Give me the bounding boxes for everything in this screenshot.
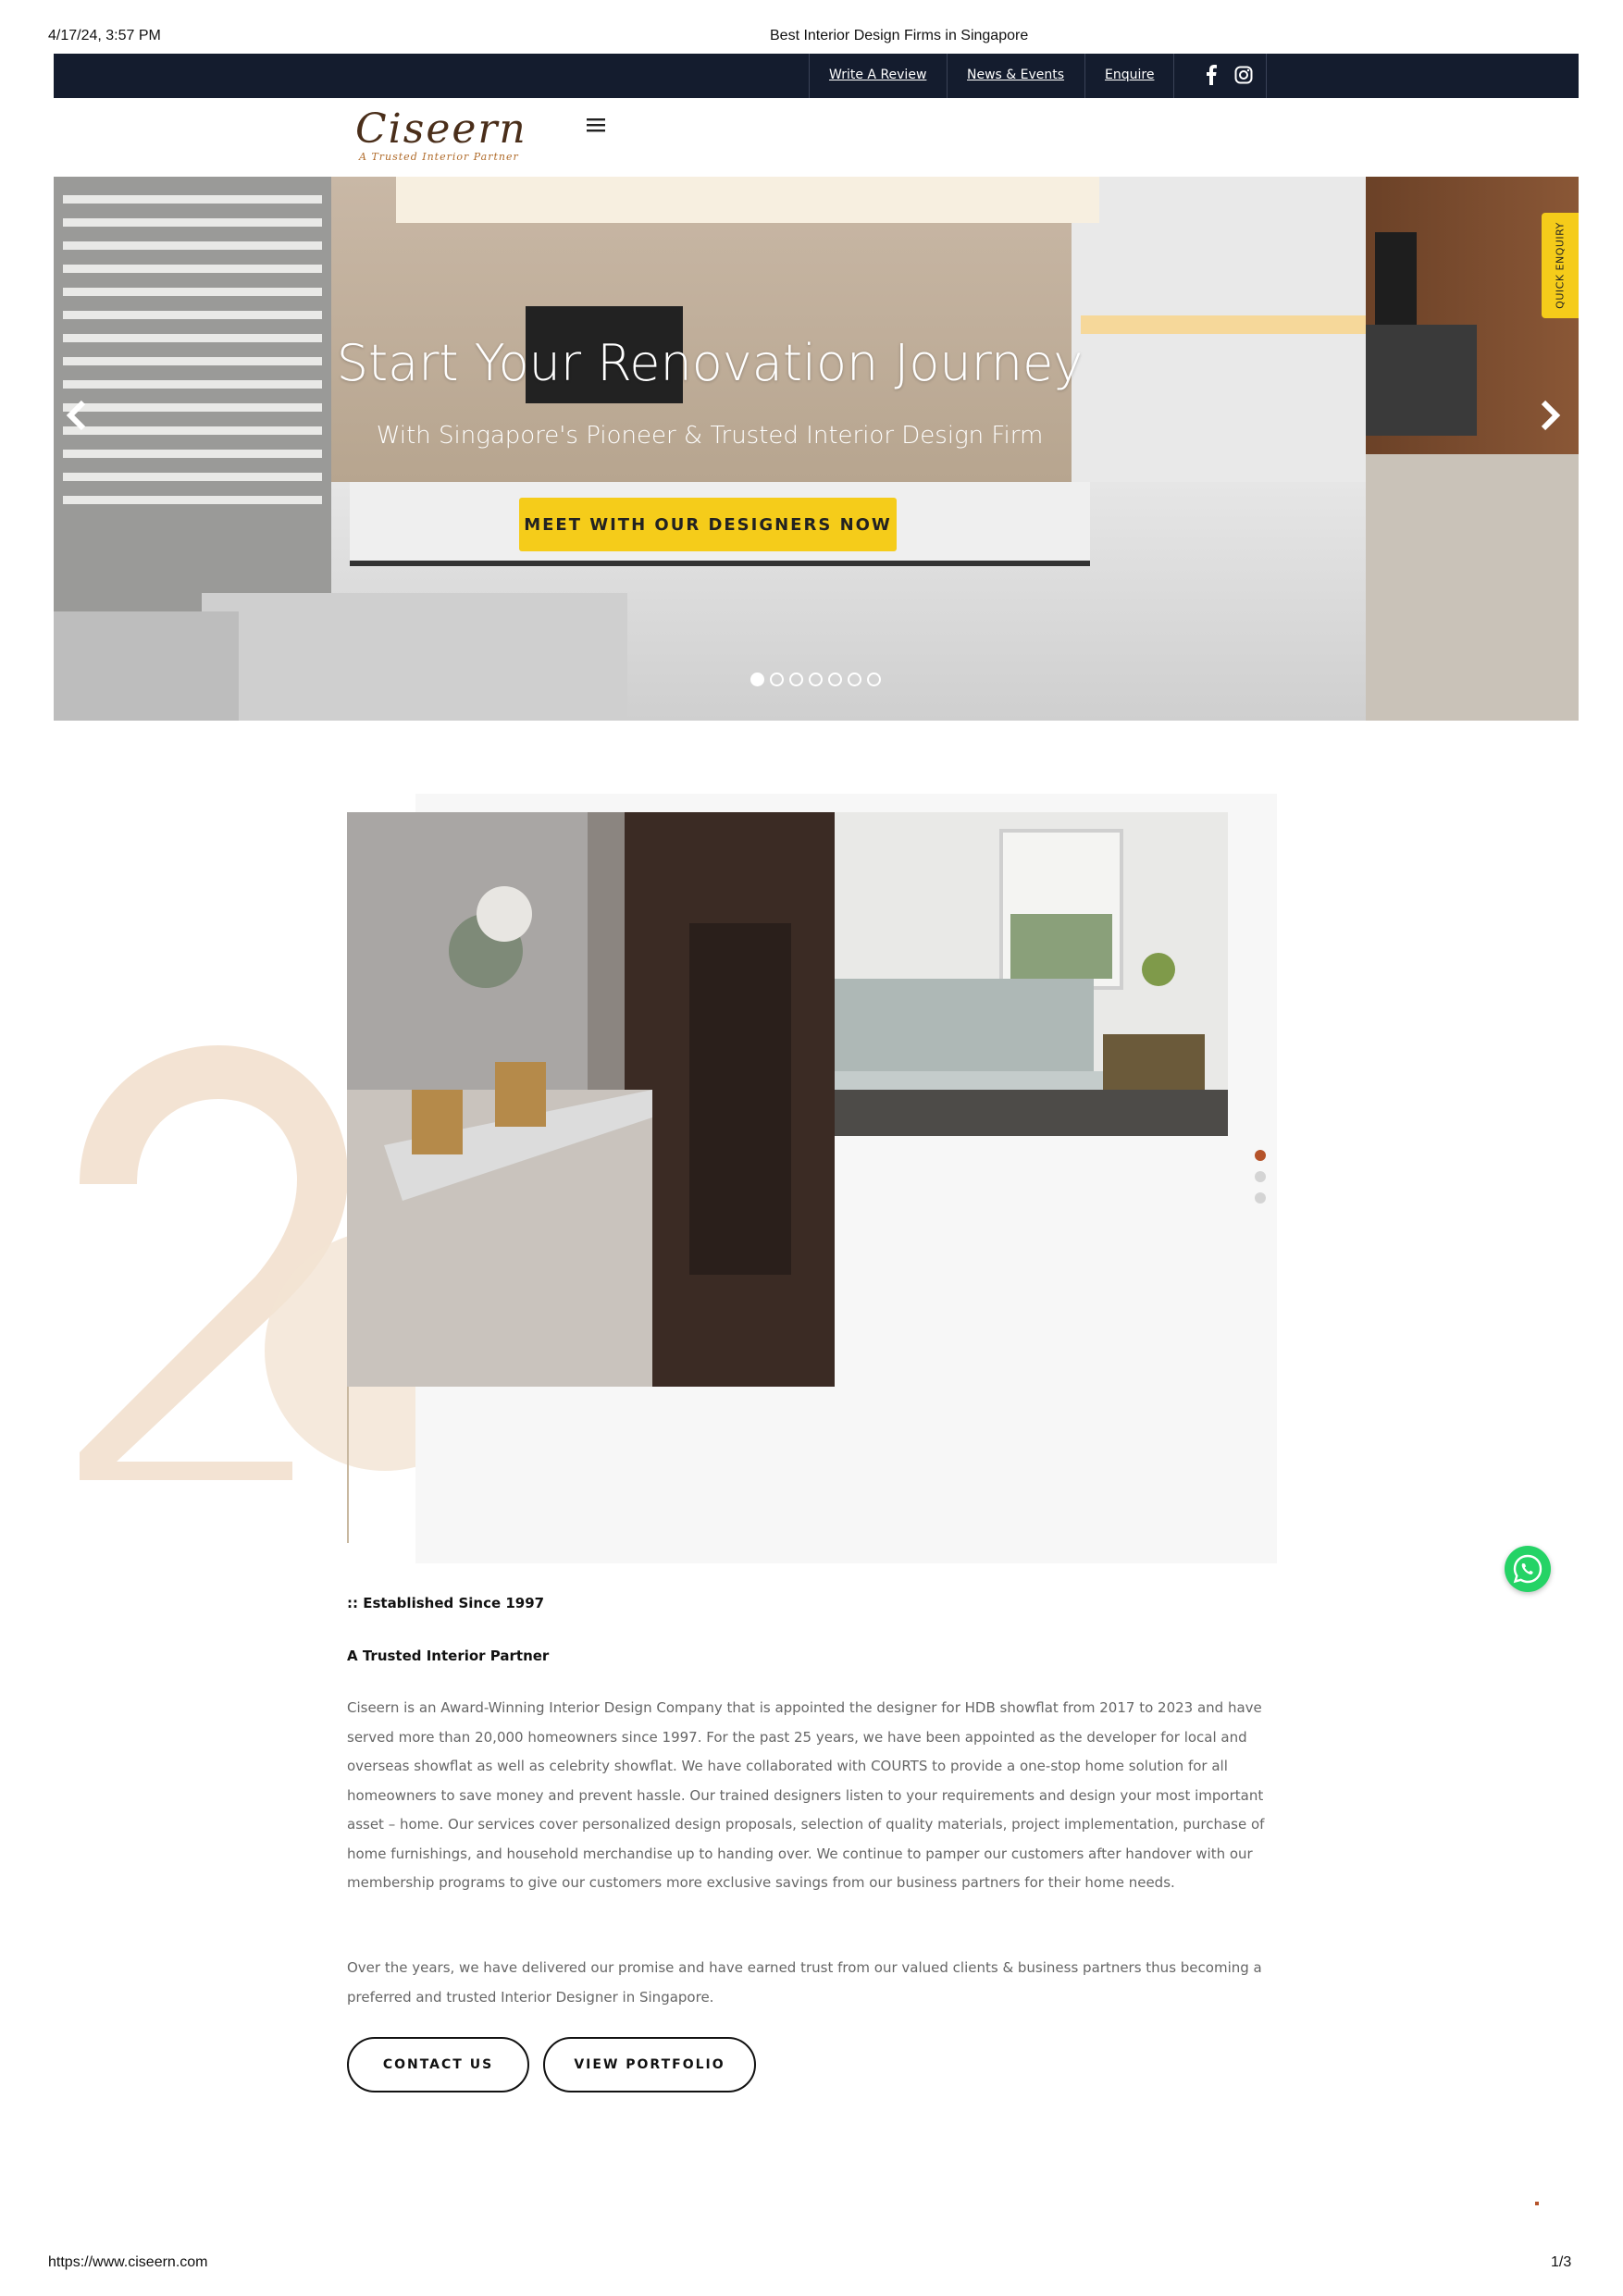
console-table-image: [347, 812, 835, 1387]
about-tagline: A Trusted Interior Partner: [347, 1648, 550, 1664]
slide-dot-3[interactable]: [789, 673, 803, 686]
gallery-dot-1[interactable]: [1255, 1150, 1266, 1161]
slide-dot-2[interactable]: [770, 673, 784, 686]
slide-dot-1[interactable]: [750, 673, 764, 686]
slide-dot-4[interactable]: [809, 673, 823, 686]
view-portfolio-button[interactable]: VIEW PORTFOLIO: [543, 2037, 756, 2092]
decorative-dot: [1535, 2202, 1539, 2205]
gallery-dot-3[interactable]: [1255, 1192, 1266, 1204]
enquire-link[interactable]: Enquire: [1105, 68, 1154, 82]
site-logo[interactable]: Ciseern A Trusted Interior Partner: [355, 105, 527, 163]
top-utility-bar: Write A Review News & Events Enquire: [54, 54, 1579, 98]
about-paragraph-2: Over the years, we have delivered our pr…: [347, 1959, 1262, 2006]
gallery-dot-2[interactable]: [1255, 1171, 1266, 1182]
print-datetime: 4/17/24, 3:57 PM: [48, 28, 161, 43]
logo-name: Ciseern: [355, 105, 527, 153]
hero-title: Start Your Renovation Journey: [336, 334, 1084, 392]
hamburger-menu-icon[interactable]: [587, 117, 605, 136]
logo-tagline: A Trusted Interior Partner: [359, 151, 519, 163]
about-paragraph-1: Ciseern is an Award-Winning Interior Des…: [347, 1699, 1265, 1891]
instagram-icon[interactable]: [1234, 66, 1253, 88]
quick-enquiry-label: QUICK ENQUIRY: [1554, 222, 1567, 309]
print-page-number: 1/3: [1551, 2254, 1572, 2270]
whatsapp-icon[interactable]: [1505, 1546, 1551, 1592]
quick-enquiry-tab[interactable]: QUICK ENQUIRY: [1542, 213, 1579, 318]
slide-dot-6[interactable]: [848, 673, 861, 686]
meet-designers-button[interactable]: MEET WITH OUR DESIGNERS NOW: [519, 498, 897, 551]
chevron-right-icon[interactable]: [1538, 399, 1562, 441]
living-room-image: [835, 812, 1228, 1136]
hero-subtitle: With Singapore's Pioneer & Trusted Inter…: [376, 422, 1044, 450]
chevron-left-icon[interactable]: [65, 399, 89, 441]
contact-us-button[interactable]: CONTACT US: [347, 2037, 529, 2092]
decorative-divider: [347, 1369, 349, 1543]
facebook-icon[interactable]: [1205, 65, 1218, 89]
established-label: :: Established Since 1997: [347, 1595, 545, 1611]
print-title: Best Interior Design Firms in Singapore: [770, 28, 1029, 43]
news-events-link[interactable]: News & Events: [967, 68, 1064, 82]
slide-dot-5[interactable]: [828, 673, 842, 686]
write-review-link[interactable]: Write A Review: [829, 68, 926, 82]
hero-slider: Start Your Renovation Journey With Singa…: [54, 177, 1579, 721]
print-url: https://www.ciseern.com: [48, 2254, 208, 2270]
slide-dot-7[interactable]: [867, 673, 881, 686]
